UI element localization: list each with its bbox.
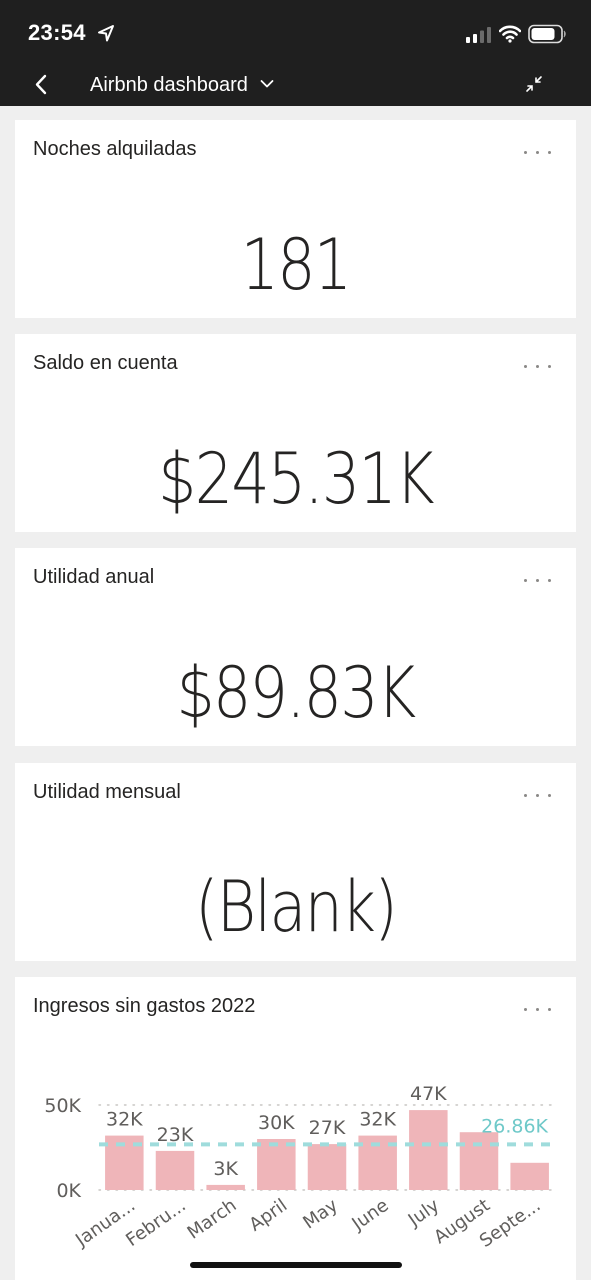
tile-title: Utilidad anual <box>33 566 155 588</box>
more-options-icon[interactable] <box>524 362 554 372</box>
kpi-tile-noches[interactable]: Noches alquiladas 181 <box>15 120 576 318</box>
cellular-signal-icon <box>466 27 491 43</box>
back-arrow-icon[interactable] <box>32 72 52 98</box>
bar-data-label: 3K <box>213 1158 238 1180</box>
bar <box>257 1139 296 1190</box>
bar-data-label: 27K <box>309 1117 346 1139</box>
kpi-value: 181 <box>240 224 352 306</box>
x-tick-label: May <box>299 1195 342 1234</box>
chart-tile-ingresos[interactable]: Ingresos sin gastos 2022 50K 0K 32K Janua..… <box>15 977 576 1280</box>
x-tick-label: April <box>245 1195 291 1236</box>
bar <box>155 1150 195 1190</box>
average-line-label: 26.86K <box>481 1115 548 1137</box>
status-bar: 23:54 <box>0 0 591 66</box>
wifi-icon <box>499 25 521 43</box>
kpi-tile-utilidad-anual[interactable]: Utilidad anual $89.83K <box>15 548 576 746</box>
bar-data-label: 47K <box>410 1083 447 1105</box>
more-options-icon[interactable] <box>524 576 554 586</box>
bar <box>206 1184 245 1190</box>
top-nav-bar: Airbnb dashboard <box>0 66 591 106</box>
battery-icon <box>528 24 566 44</box>
location-arrow-icon <box>98 25 114 42</box>
collapse-icon[interactable] <box>524 74 544 94</box>
home-indicator <box>190 1262 402 1268</box>
y-tick-label: 50K <box>44 1095 81 1117</box>
kpi-value: (Blank) <box>195 866 398 948</box>
kpi-value: $245.31K <box>158 438 434 520</box>
chevron-down-icon[interactable] <box>260 79 274 89</box>
x-tick-label: March <box>184 1195 241 1244</box>
kpi-tile-utilidad-mensual[interactable]: Utilidad mensual (Blank) <box>15 763 576 961</box>
more-options-icon[interactable] <box>524 148 554 158</box>
tile-title: Utilidad mensual <box>33 781 181 803</box>
bar-data-label: 32K <box>359 1109 396 1131</box>
bar-data-label: 32K <box>106 1109 143 1131</box>
tile-title: Noches alquiladas <box>33 138 197 160</box>
bar-chart: 50K0K32KJanua...23KFebru...3KMarch30KApr… <box>44 1083 556 1252</box>
x-tick-label: June <box>348 1195 393 1235</box>
status-time: 23:54 <box>28 20 86 45</box>
kpi-value: $89.83K <box>176 652 416 734</box>
dashboard-title[interactable]: Airbnb dashboard <box>90 74 248 97</box>
bar-data-label: 30K <box>258 1112 295 1134</box>
bar <box>459 1132 499 1190</box>
tile-title: Saldo en cuenta <box>33 352 178 374</box>
bar <box>307 1144 347 1190</box>
bar <box>510 1162 549 1190</box>
y-tick-label: 0K <box>56 1180 81 1202</box>
more-options-icon[interactable] <box>524 791 554 801</box>
kpi-tile-saldo[interactable]: Saldo en cuenta $245.31K <box>15 334 576 532</box>
bar <box>409 1110 448 1190</box>
